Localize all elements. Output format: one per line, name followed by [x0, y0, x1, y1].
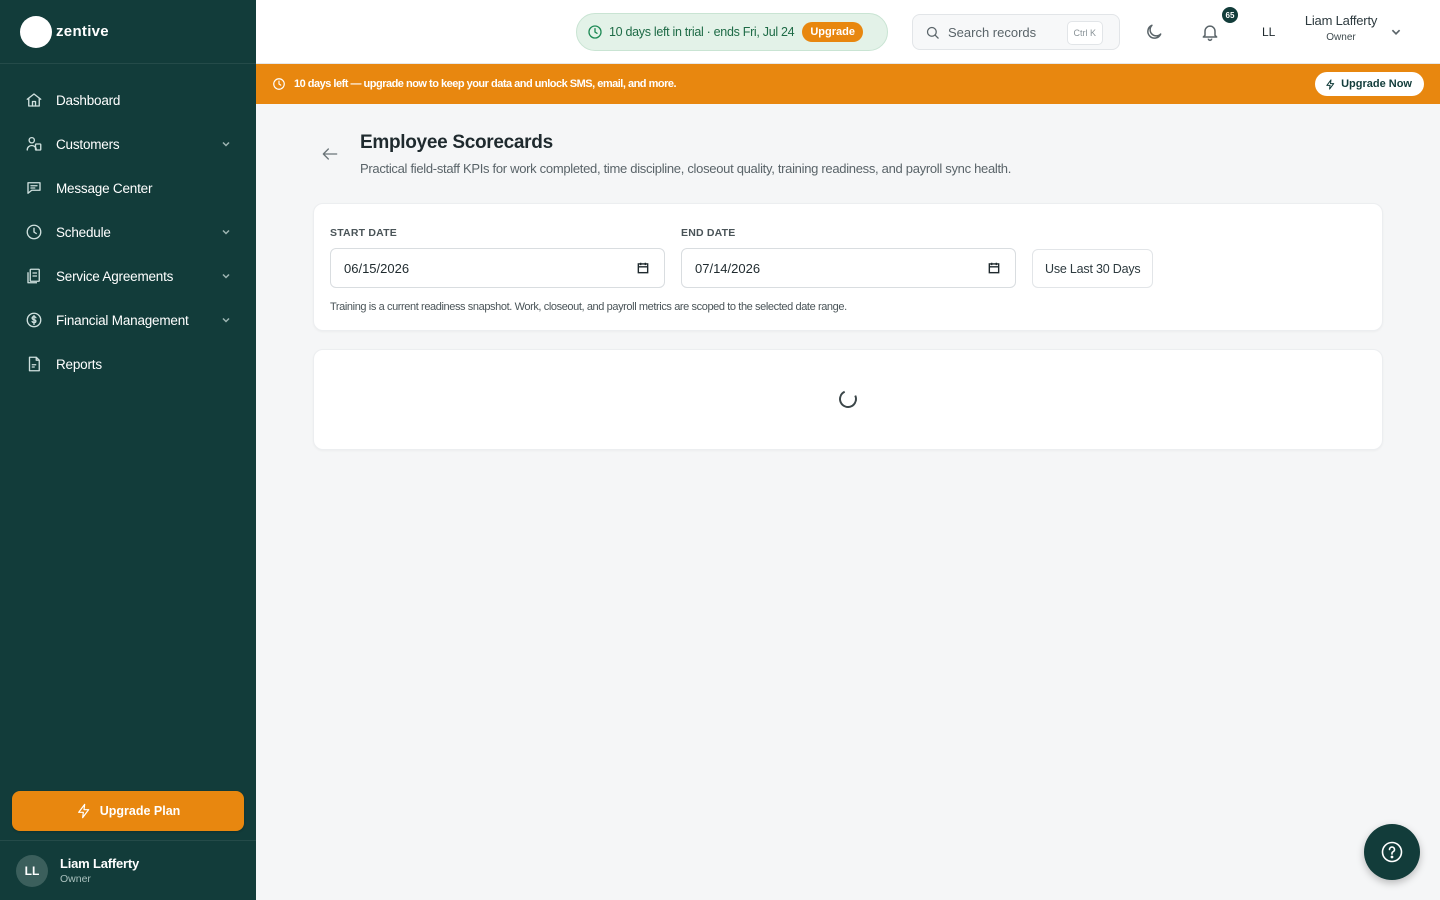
agreements-icon: [24, 266, 44, 286]
chevron-down-icon: [220, 138, 232, 150]
chevron-down-icon: [220, 270, 232, 282]
brand[interactable]: zentive: [0, 0, 256, 64]
sidebar-item-message-center[interactable]: Message Center: [0, 166, 256, 210]
moon-icon[interactable]: [1142, 20, 1166, 44]
chevron-down-icon: [220, 226, 232, 238]
sidebar-user-info: Liam Lafferty Owner: [60, 856, 139, 885]
help-button[interactable]: [1364, 824, 1420, 880]
clock-icon: [24, 222, 44, 242]
message-icon: [24, 178, 44, 198]
sidebar-item-customers[interactable]: Customers: [0, 122, 256, 166]
search-input[interactable]: Search records Ctrl K: [912, 14, 1120, 50]
search-placeholder: Search records: [948, 24, 1037, 40]
sidebar-item-label: Service Agreements: [56, 268, 174, 284]
sidebar-item-label: Dashboard: [56, 92, 121, 108]
trial-status-text: 10 days left in trial · ends Fri, Jul 24: [609, 25, 795, 39]
loading-spinner-icon: [836, 387, 860, 411]
notification-badge: 65: [1220, 5, 1240, 25]
start-date-value: 06/15/2026: [344, 260, 410, 276]
sidebar-item-label: Reports: [56, 356, 102, 372]
home-icon: [24, 90, 44, 110]
sidebar-item-financial-management[interactable]: Financial Management: [0, 298, 256, 342]
clock-icon: [587, 24, 603, 40]
dollar-icon: [24, 310, 44, 330]
chevron-down-icon[interactable]: [1390, 26, 1402, 38]
top-user-role: Owner: [1326, 32, 1356, 43]
chevron-down-icon: [220, 314, 232, 326]
search-shortcut-hint: Ctrl K: [1066, 21, 1103, 45]
top-user-name: Liam Lafferty: [1304, 13, 1378, 28]
sidebar-user[interactable]: LL Liam Lafferty Owner: [0, 840, 256, 900]
end-date-label: END DATE: [681, 227, 736, 239]
sidebar-item-service-agreements[interactable]: Service Agreements: [0, 254, 256, 298]
brand-name: zentive: [56, 23, 109, 40]
calendar-icon[interactable]: [987, 261, 1001, 275]
back-arrow-icon[interactable]: [318, 142, 342, 166]
date-filter-card: START DATE 06/15/2026 END DATE 07/14/202…: [313, 203, 1383, 331]
top-user-menu[interactable]: Liam Lafferty Owner: [1296, 13, 1386, 43]
report-icon: [24, 354, 44, 374]
clock-icon: [272, 77, 286, 91]
start-date-label: START DATE: [330, 227, 397, 239]
trial-upgrade-button[interactable]: Upgrade: [802, 22, 863, 42]
lightning-icon: [1325, 78, 1336, 90]
sidebar-user-role: Owner: [60, 873, 91, 885]
search-icon: [925, 25, 940, 40]
scorecards-loading-card: [313, 349, 1383, 450]
upgrade-plan-button[interactable]: Upgrade Plan: [12, 791, 244, 831]
sidebar-item-label: Customers: [56, 136, 120, 152]
top-user-initials[interactable]: LL: [1262, 25, 1275, 39]
sidebar-nav: Dashboard Customers Message Center Sched…: [0, 64, 256, 386]
sidebar-item-dashboard[interactable]: Dashboard: [0, 78, 256, 122]
sidebar-user-name: Liam Lafferty: [60, 856, 140, 871]
brand-logo: [20, 15, 52, 48]
sidebar-item-reports[interactable]: Reports: [0, 342, 256, 386]
avatar: LL: [16, 854, 48, 887]
trial-banner: 10 days left — upgrade now to keep your …: [256, 64, 1440, 104]
users-icon: [24, 134, 44, 154]
sidebar-item-label: Message Center: [56, 180, 153, 196]
banner-text: 10 days left — upgrade now to keep your …: [294, 78, 677, 90]
calendar-icon[interactable]: [636, 261, 650, 275]
bell-icon[interactable]: [1198, 20, 1222, 44]
sidebar: zentive Dashboard Customers Message Cent…: [0, 0, 256, 900]
upgrade-now-label: Upgrade Now: [1341, 78, 1412, 90]
sidebar-item-schedule[interactable]: Schedule: [0, 210, 256, 254]
upgrade-now-button[interactable]: Upgrade Now: [1315, 72, 1424, 96]
filter-note: Training is a current readiness snapshot…: [330, 301, 847, 313]
page-subtitle: Practical field-staff KPIs for work comp…: [360, 161, 1012, 176]
start-date-field[interactable]: 06/15/2026: [330, 248, 665, 288]
upgrade-plan-label: Upgrade Plan: [99, 804, 181, 818]
sidebar-item-label: Schedule: [56, 224, 111, 240]
help-icon: [1380, 840, 1404, 864]
end-date-field[interactable]: 07/14/2026: [681, 248, 1016, 288]
trial-status-pill: 10 days left in trial · ends Fri, Jul 24…: [576, 13, 888, 51]
use-last-30-days-button[interactable]: Use Last 30 Days: [1032, 249, 1154, 288]
lightning-icon: [76, 803, 92, 819]
topbar: 10 days left in trial · ends Fri, Jul 24…: [256, 0, 1440, 64]
sidebar-item-label: Financial Management: [56, 312, 189, 328]
page-title: Employee Scorecards: [360, 132, 553, 153]
end-date-value: 07/14/2026: [695, 260, 761, 276]
